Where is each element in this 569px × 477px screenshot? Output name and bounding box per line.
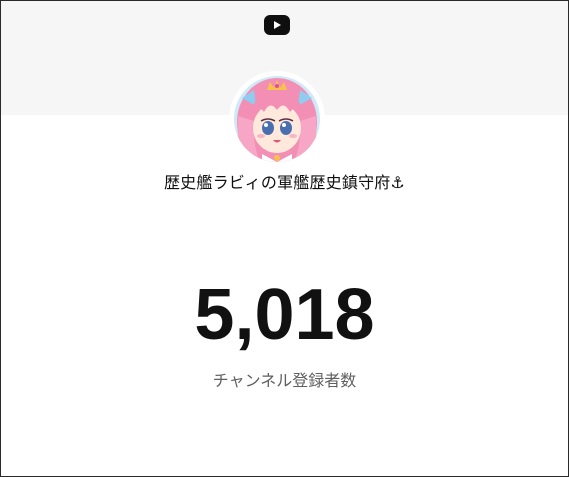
avatar[interactable] [234,76,320,162]
subscriber-count-label: チャンネル登録者数 [212,371,357,390]
subscriber-count: 5,018 [194,275,375,355]
play-triangle-icon [274,21,281,29]
avatar-border [229,71,325,167]
page-frame: 歴史艦ラビィの軍艦歴史鎮守府⚓ 5,018 チャンネル登録者数 [0,0,569,477]
anime-girl-avatar-icon [234,76,320,162]
youtube-play-icon[interactable] [264,15,290,35]
channel-name[interactable]: 歴史艦ラビィの軍艦歴史鎮守府⚓ [1,169,568,193]
